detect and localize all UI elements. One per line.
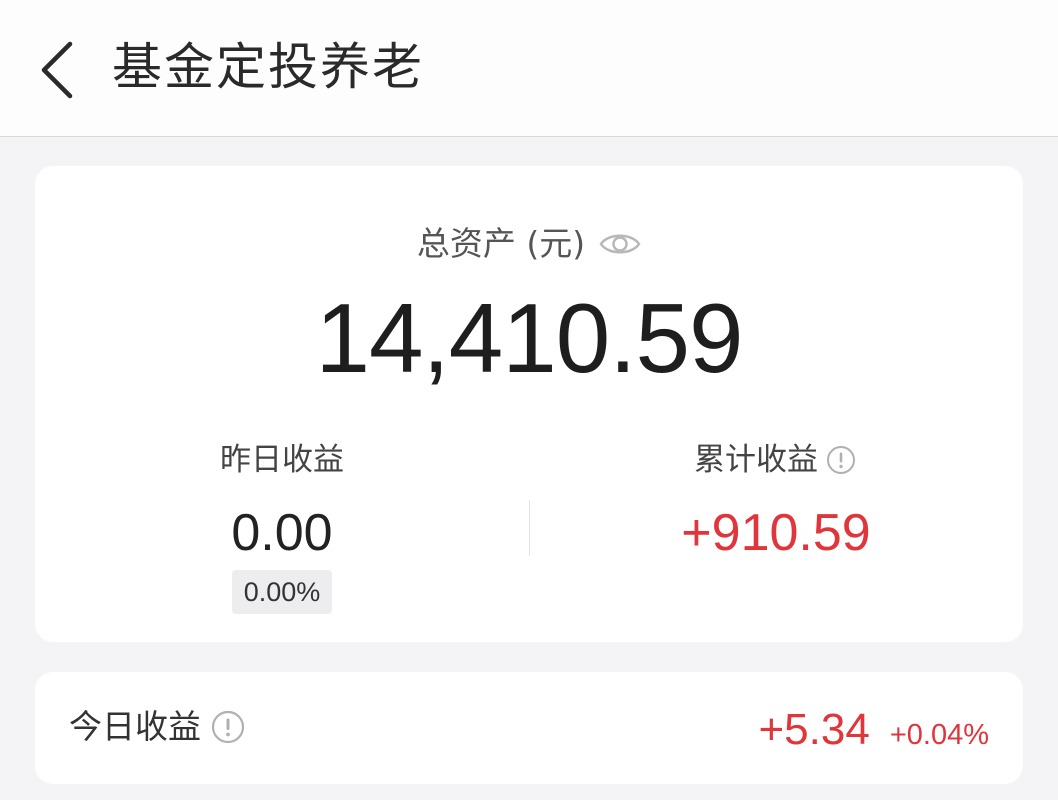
yesterday-earnings-percent: 0.00% xyxy=(231,570,333,614)
eye-icon[interactable] xyxy=(599,229,641,259)
total-assets-value: 14,410.59 xyxy=(315,283,744,393)
total-assets-label-row: 总资产 (元) xyxy=(35,222,1023,266)
cumulative-earnings-value: +910.59 xyxy=(681,504,871,562)
cumulative-earnings-label: 累计收益 xyxy=(694,442,818,478)
app-header: 基金定投养老 xyxy=(0,0,1058,137)
page-title: 基金定投养老 xyxy=(112,38,424,96)
today-earnings-values: +5.34 +0.04% xyxy=(758,702,989,758)
cumulative-earnings: 累计收益 +910.59 xyxy=(529,438,1023,568)
chevron-left-icon xyxy=(41,41,73,99)
total-assets-label: 总资产 (元) xyxy=(416,224,586,263)
info-icon[interactable] xyxy=(211,710,245,744)
yesterday-earnings-value: 0.00 xyxy=(231,504,333,562)
cumulative-earnings-label-row: 累计收益 xyxy=(527,438,1023,482)
yesterday-earnings-label: 昨日收益 xyxy=(220,442,344,478)
yesterday-earnings: 昨日收益 0.00 0.00% xyxy=(35,438,529,614)
today-earnings-label-row: 今日收益 xyxy=(69,704,245,750)
back-button[interactable] xyxy=(30,36,90,100)
today-earnings-amount: +5.34 xyxy=(758,705,870,754)
asset-summary-card: 总资产 (元) 14,410.59 昨日收益 0.00 0.00% 累计收益 +… xyxy=(35,166,1023,642)
today-earnings-card[interactable]: 今日收益 +5.34 +0.04% xyxy=(35,672,1023,784)
today-earnings-percent: +0.04% xyxy=(889,719,989,751)
info-icon[interactable] xyxy=(826,445,856,475)
today-earnings-label: 今日收益 xyxy=(69,707,201,746)
